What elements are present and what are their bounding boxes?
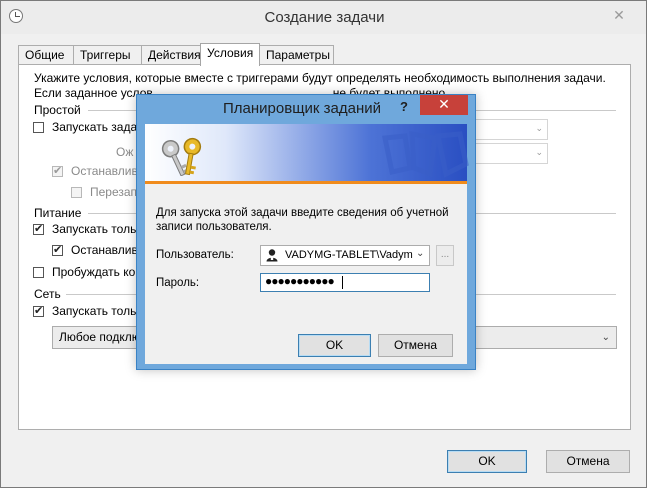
restart-on-idle-label: Перезап bbox=[90, 185, 138, 199]
stop-on-battery-label: Останавлив bbox=[71, 243, 138, 257]
stop-on-battery-checkbox[interactable] bbox=[52, 243, 63, 256]
network-connection-value: Любое подклю bbox=[59, 330, 141, 344]
dialog-cancel-button[interactable]: Отмена bbox=[378, 334, 453, 357]
chevron-down-icon: ⌄ bbox=[416, 248, 425, 259]
start-on-ac-label: Запускать тольк bbox=[52, 222, 142, 236]
stop-on-idle-end-checkbox[interactable] bbox=[52, 164, 63, 177]
start-on-ac-checkbox[interactable] bbox=[33, 222, 44, 235]
tab-general[interactable]: Общие bbox=[18, 45, 74, 65]
password-value: ●●●●●●●●●●● bbox=[265, 274, 335, 288]
start-if-idle-label: Запускать задач bbox=[52, 120, 144, 134]
banner-watermark-icon bbox=[381, 130, 469, 178]
start-if-network-checkbox[interactable] bbox=[33, 304, 44, 317]
text-caret bbox=[342, 276, 343, 289]
wait-idle-select[interactable]: ⌄ bbox=[470, 143, 548, 164]
dialog-message: Для запуска этой задачи введите сведения… bbox=[156, 207, 449, 233]
tab-settings[interactable]: Параметры bbox=[259, 45, 334, 65]
restart-on-idle-checkbox[interactable] bbox=[71, 187, 82, 198]
idle-duration-select[interactable]: ⌄ bbox=[470, 119, 548, 140]
start-if-idle-checkbox[interactable] bbox=[33, 122, 44, 133]
user-value: VADYMG-TABLET\Vadym bbox=[285, 249, 413, 261]
description-line-1: Укажите условия, которые вместе с тригге… bbox=[34, 71, 606, 85]
stop-on-idle-end-label: Останавлив bbox=[71, 164, 138, 178]
section-network-label: Сеть bbox=[34, 287, 61, 301]
dialog-ok-button[interactable]: OK bbox=[298, 334, 371, 357]
wait-idle-label: Ож bbox=[116, 145, 134, 159]
window-title: Создание задачи bbox=[264, 9, 385, 26]
dialog-close-button[interactable]: ✕ bbox=[420, 95, 468, 115]
section-power-label: Питание bbox=[34, 206, 82, 220]
user-label: Пользователь: bbox=[156, 249, 234, 261]
window-close-button[interactable]: ✕ bbox=[604, 5, 634, 25]
tab-triggers[interactable]: Триггеры bbox=[73, 45, 142, 65]
user-icon bbox=[266, 249, 278, 262]
chevron-down-icon: ⌄ bbox=[601, 332, 610, 343]
password-label: Пароль: bbox=[156, 277, 200, 289]
section-idle-label: Простой bbox=[34, 103, 81, 117]
wake-to-run-checkbox[interactable] bbox=[33, 267, 44, 278]
keys-icon bbox=[161, 137, 202, 176]
help-button[interactable]: ? bbox=[400, 99, 408, 114]
dialog-title: Планировщик заданий bbox=[223, 100, 381, 117]
start-if-network-label: Запускать тольк bbox=[52, 304, 142, 318]
tab-conditions[interactable]: Условия bbox=[200, 43, 260, 66]
window-cancel-button[interactable]: Отмена bbox=[546, 450, 630, 473]
window-ok-button[interactable]: OK bbox=[447, 450, 527, 473]
browse-user-button[interactable]: ... bbox=[436, 245, 454, 266]
wake-to-run-label: Пробуждать ко bbox=[52, 265, 136, 279]
tab-actions[interactable]: Действия bbox=[141, 45, 201, 65]
